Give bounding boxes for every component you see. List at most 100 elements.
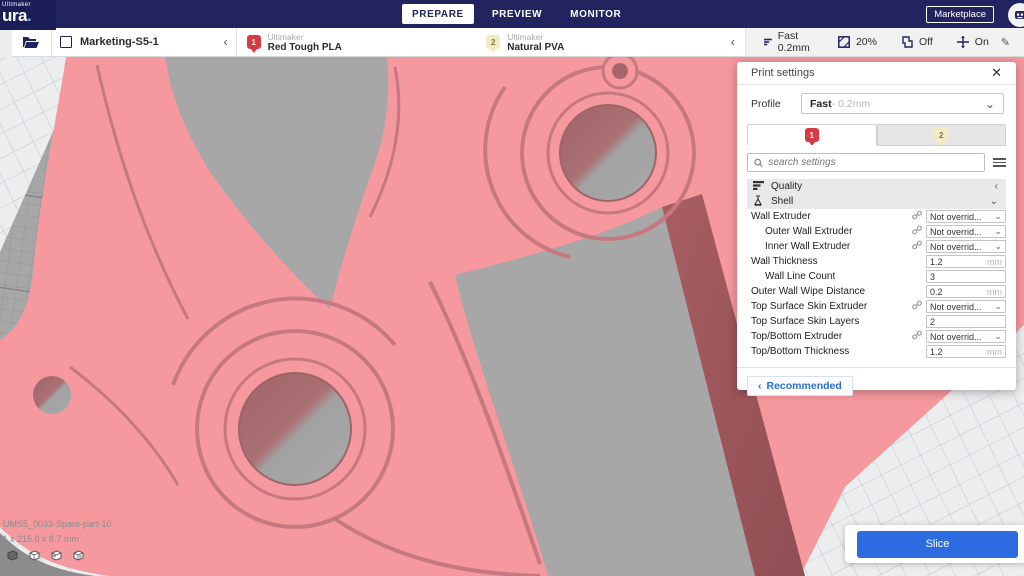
- profile-dropdown[interactable]: Fast - 0.2mm ⌄: [801, 93, 1004, 114]
- extruder-1-selector[interactable]: 1 Ultimaker Red Tough PLA: [237, 28, 477, 56]
- link-icon: [912, 330, 922, 343]
- setting-label: Wall Extruder: [747, 211, 811, 222]
- chevron-left-icon: ‹: [758, 380, 762, 392]
- search-input[interactable]: [768, 157, 978, 168]
- slice-button[interactable]: Slice: [857, 531, 1018, 558]
- infill-icon: [838, 36, 850, 48]
- configuration-toolbar: Marketing-S5-1 ‹ 1 Ultimaker Red Tough P…: [12, 28, 1024, 57]
- folder-open-icon: [22, 35, 40, 49]
- print-settings-summary[interactable]: Fast 0.2mm 20% Off On ✎: [746, 28, 1024, 56]
- edit-settings-pencil-icon[interactable]: ✎: [1001, 36, 1018, 49]
- settings-section-quality[interactable]: Quality‹: [747, 179, 1006, 194]
- setting-input[interactable]: 3: [926, 270, 1006, 283]
- setting-row: Top/Bottom Thickness 1.2mm: [747, 344, 1006, 359]
- profile-label: Profile: [751, 98, 801, 110]
- search-icon: [754, 158, 763, 168]
- chevron-down-icon: ⌄: [985, 98, 995, 110]
- summary-profile[interactable]: Fast 0.2mm: [752, 30, 826, 54]
- settings-menu-icon[interactable]: [993, 158, 1006, 167]
- layers-icon: [764, 37, 772, 47]
- setting-input[interactable]: 1.2mm: [926, 255, 1006, 268]
- model-dimensions-label: .1 x 215.0 x 8.7 mm: [0, 534, 79, 544]
- marketplace-button[interactable]: Marketplace: [926, 6, 994, 23]
- section-chevron-icon: ‹: [995, 181, 998, 192]
- setting-label: Outer Wall Extruder: [747, 226, 852, 237]
- chevron-down-icon: ⌄: [994, 241, 1002, 252]
- extruder-2-badge-icon: 2: [486, 35, 500, 49]
- extruder-2-tab-badge-icon: 2: [934, 128, 948, 142]
- model-small-hole: [33, 376, 71, 414]
- setting-row: Wall Extruder Not overrid...⌄: [747, 209, 1006, 224]
- setting-dropdown[interactable]: Not overrid...⌄: [926, 240, 1006, 253]
- setting-label: Top Surface Skin Layers: [747, 316, 859, 327]
- recommended-mode-button[interactable]: ‹ Recommended: [747, 376, 853, 396]
- chevron-down-icon: ⌄: [994, 331, 1002, 342]
- printer-selector[interactable]: Marketing-S5-1 ‹: [52, 28, 237, 56]
- link-icon: [912, 300, 922, 313]
- support-icon: [901, 36, 913, 48]
- view-mode-icons: [6, 549, 85, 562]
- setting-label: Top Surface Skin Extruder: [747, 301, 867, 312]
- setting-input[interactable]: 0.2mm: [926, 285, 1006, 298]
- settings-list: Quality‹Shell⌄ Wall Extruder Not overrid..…: [747, 179, 1006, 361]
- setting-label: Wall Thickness: [747, 256, 818, 267]
- extruder-1-badge-icon: 1: [247, 35, 261, 49]
- link-icon: [912, 225, 922, 238]
- setting-row: Outer Wall Wipe Distance 0.2mm: [747, 284, 1006, 299]
- print-settings-panel: Print settings ✕ Profile Fast - 0.2mm ⌄ …: [737, 62, 1016, 390]
- settings-section-shell[interactable]: Shell⌄: [747, 194, 1006, 209]
- setting-row: Top/Bottom Extruder Not overrid...⌄: [747, 329, 1006, 344]
- setting-row: Inner Wall ExtruderNot overrid...⌄: [747, 239, 1006, 254]
- top-header: PREPARE PREVIEW MONITOR Marketplace: [0, 0, 1024, 28]
- model-name-label: UMS5_0033-Spare-part-10: [3, 519, 112, 529]
- setting-input[interactable]: 2: [926, 315, 1006, 328]
- summary-support[interactable]: Off: [889, 36, 945, 48]
- summary-adhesion[interactable]: On: [945, 36, 1001, 48]
- stage-tab-prepare[interactable]: PREPARE: [402, 4, 474, 24]
- collapse-extruder-panel-button[interactable]: ‹: [721, 28, 746, 56]
- extruder-tab-2[interactable]: 2: [877, 124, 1007, 145]
- extruder-2-material: Natural PVA: [507, 42, 564, 53]
- chevron-down-icon: ⌄: [994, 226, 1002, 237]
- view-solid-icon[interactable]: [6, 549, 19, 562]
- setting-row: Wall Line Count 3: [747, 269, 1006, 284]
- setting-label: Outer Wall Wipe Distance: [747, 286, 865, 297]
- stage-tab-preview[interactable]: PREVIEW: [482, 4, 552, 24]
- stage-tab-monitor[interactable]: MONITOR: [560, 4, 631, 24]
- setting-dropdown[interactable]: Not overrid...⌄: [926, 330, 1006, 343]
- chevron-left-icon: ‹: [224, 36, 228, 48]
- slice-panel: Slice: [845, 525, 1024, 563]
- panel-title: Print settings: [751, 67, 815, 79]
- extruder-1-material: Red Tough PLA: [268, 42, 342, 53]
- extruder-2-selector[interactable]: 2 Ultimaker Natural PVA: [476, 28, 721, 56]
- view-preview-icon[interactable]: [72, 549, 85, 562]
- summary-infill[interactable]: 20%: [826, 36, 889, 48]
- setting-dropdown[interactable]: Not overrid...⌄: [926, 300, 1006, 313]
- section-chevron-icon: ⌄: [990, 196, 998, 207]
- setting-row: Wall Thickness 1.2mm: [747, 254, 1006, 269]
- extruder-tab-1[interactable]: 1: [747, 124, 877, 145]
- setting-label: Top/Bottom Thickness: [747, 346, 849, 357]
- view-xray-icon[interactable]: [28, 549, 41, 562]
- view-layers-icon[interactable]: [50, 549, 63, 562]
- setting-row: Outer Wall Extruder Not overrid...⌄: [747, 224, 1006, 239]
- setting-label: Wall Line Count: [747, 271, 835, 282]
- link-icon: [912, 210, 922, 223]
- setting-row: Top Surface Skin Extruder Not overrid...⌄: [747, 299, 1006, 314]
- chevron-down-icon: ⌄: [994, 301, 1002, 312]
- account-avatar-icon[interactable]: [1008, 3, 1024, 27]
- printer-name: Marketing-S5-1: [80, 36, 216, 48]
- link-icon: [912, 240, 922, 253]
- shell-icon: [753, 195, 765, 209]
- setting-input[interactable]: 1.2mm: [926, 345, 1006, 358]
- open-file-button[interactable]: [12, 28, 52, 56]
- adhesion-icon: [957, 36, 969, 48]
- settings-search[interactable]: [747, 153, 985, 172]
- chevron-down-icon: ⌄: [994, 211, 1002, 222]
- stage-tabs: PREPARE PREVIEW MONITOR: [402, 4, 631, 24]
- model-small-ring: [603, 57, 637, 88]
- setting-dropdown[interactable]: Not overrid...⌄: [926, 225, 1006, 238]
- setting-dropdown[interactable]: Not overrid...⌄: [926, 210, 1006, 223]
- close-icon[interactable]: ✕: [991, 65, 1002, 81]
- setting-label: Top/Bottom Extruder: [747, 331, 842, 342]
